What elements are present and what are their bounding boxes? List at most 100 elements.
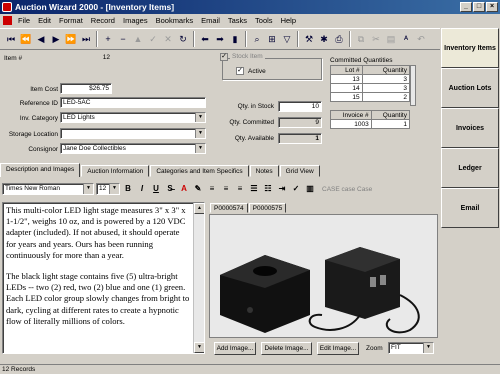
prev-record-icon[interactable]: ◀ (34, 31, 48, 47)
prev-page-icon[interactable]: ⏪ (19, 31, 33, 47)
active-checkbox[interactable]: ✓ (236, 67, 244, 75)
qty-committed-value: 9 (278, 117, 322, 128)
cut-icon[interactable]: ✂ (369, 31, 383, 47)
refresh-icon[interactable]: ↻ (176, 31, 190, 47)
sidebar-item-email[interactable]: Email (441, 188, 499, 228)
inv-category-select[interactable]: LED Lights (60, 112, 206, 123)
stock-item-checkbox[interactable]: ✓ (220, 53, 228, 61)
storage-location-select[interactable] (60, 128, 206, 139)
first-record-icon[interactable]: ⏮ (4, 31, 18, 47)
menu-images[interactable]: Images (119, 16, 152, 25)
align-right-icon[interactable]: ≡ (234, 183, 246, 195)
numbered-list-icon[interactable]: ☷ (262, 183, 274, 195)
maximize-button[interactable]: □ (473, 2, 485, 12)
forward-arrow-icon[interactable]: ➡ (213, 31, 227, 47)
tab-auction-information[interactable]: Auction Information (81, 165, 150, 177)
hammer-icon[interactable]: ⚒ (302, 31, 316, 47)
consignor-label: Consignor (28, 146, 58, 153)
qty-in-stock-field[interactable]: 10 (278, 101, 322, 112)
indent-icon[interactable]: ⇥ (276, 183, 288, 195)
sidebar-item-auction-lots[interactable]: Auction Lots (441, 68, 499, 108)
table-row[interactable]: 13 3 (330, 74, 411, 84)
bold-icon[interactable]: B (122, 183, 134, 195)
tools-icon[interactable]: ✱ (317, 31, 331, 47)
spell-check-icon[interactable]: ✓ (290, 183, 302, 195)
bookmark-icon[interactable]: ▮ (228, 31, 242, 47)
font-select[interactable]: Times New Roman (2, 183, 94, 195)
menu-format[interactable]: Format (55, 16, 87, 25)
paint-icon[interactable]: ▥ (304, 183, 316, 195)
next-page-icon[interactable]: ⏩ (64, 31, 78, 47)
spell-check-icon[interactable]: ᴬ (399, 31, 413, 47)
document-icon[interactable] (3, 16, 12, 25)
lot-qty-header: Quantity (361, 65, 411, 75)
menu-record[interactable]: Record (87, 16, 119, 25)
add-image-button[interactable]: Add Image... (214, 342, 256, 355)
menu-bookmarks[interactable]: Bookmarks (152, 16, 198, 25)
paste-icon[interactable]: ▤ (384, 31, 398, 47)
menu-edit[interactable]: Edit (34, 16, 55, 25)
lots-scrollbar[interactable] (410, 65, 416, 106)
edit-image-button[interactable]: Edit Image... (317, 342, 359, 355)
edit-record-icon[interactable]: ▲ (131, 31, 145, 47)
sidebar-item-inventory-items[interactable]: Inventory Items (441, 28, 499, 68)
search-icon[interactable]: ⌕ (250, 31, 264, 47)
app-icon (2, 2, 12, 12)
font-size-select[interactable]: 12 (96, 183, 120, 195)
consignor-select[interactable]: Jane Doe Collectibles (60, 143, 206, 154)
save-record-icon[interactable]: ✓ (146, 31, 160, 47)
menu-tools[interactable]: Tools (251, 16, 277, 25)
qty-available-value: 1 (278, 133, 322, 144)
table-row[interactable]: 15 2 (330, 92, 411, 102)
copy-icon[interactable]: ⧉ (354, 31, 368, 47)
minimize-button[interactable]: _ (460, 2, 472, 12)
last-record-icon[interactable]: ⏭ (79, 31, 93, 47)
delete-image-button[interactable]: Delete Image... (261, 342, 312, 355)
italic-icon[interactable]: I (136, 183, 148, 195)
highlight-icon[interactable]: ✎ (192, 183, 204, 195)
tab-description-and-images[interactable]: Description and Images (0, 163, 81, 177)
underline-icon[interactable]: U (150, 183, 162, 195)
sidebar-item-ledger[interactable]: Ledger (441, 148, 499, 188)
align-left-icon[interactable]: ≡ (206, 183, 218, 195)
image-tab-1[interactable]: P0000574 (210, 203, 248, 213)
table-row[interactable]: 1003 1 (330, 119, 411, 129)
qty-available-label: Qty. Available (234, 135, 274, 142)
add-record-icon[interactable]: + (101, 31, 115, 47)
scroll-down-icon[interactable]: ▼ (194, 342, 204, 353)
image-tab-2[interactable]: P0000575 (248, 203, 287, 213)
back-arrow-icon[interactable]: ⬅ (198, 31, 212, 47)
description-paragraph-2: The black light stage contains five (5) … (6, 271, 190, 326)
print-icon[interactable]: ⎙ (332, 31, 346, 47)
inv-category-label: Inv. Category (19, 115, 58, 122)
tab-categories[interactable]: Categories and Item Specifics (150, 165, 249, 177)
table-row[interactable]: 14 3 (330, 83, 411, 93)
item-cost-field[interactable]: $26.75 (60, 83, 112, 94)
font-color-icon[interactable]: A (178, 183, 190, 195)
menu-tasks[interactable]: Tasks (224, 16, 251, 25)
description-scrollbar[interactable]: ▲ ▼ (193, 203, 204, 353)
menu-help[interactable]: Help (277, 16, 300, 25)
sidebar-item-invoices[interactable]: Invoices (441, 108, 499, 148)
strikethrough-icon[interactable]: S̶ (164, 183, 176, 195)
tab-notes[interactable]: Notes (249, 165, 279, 177)
cancel-record-icon[interactable]: ✕ (161, 31, 175, 47)
align-center-icon[interactable]: ≡ (220, 183, 232, 195)
menu-email[interactable]: Email (197, 16, 224, 25)
case-toggle[interactable]: CASE case Case (322, 186, 372, 193)
menu-file[interactable]: File (14, 16, 34, 25)
undo-icon[interactable]: ↶ (414, 31, 428, 47)
qty-committed-label: Qty. Committed (229, 119, 274, 126)
lot-header: Lot # (330, 65, 363, 75)
zoom-select[interactable]: FIT (388, 342, 434, 354)
close-button[interactable]: × (486, 2, 498, 12)
filter-icon[interactable]: ▽ (280, 31, 294, 47)
delete-record-icon[interactable]: − (116, 31, 130, 47)
description-editor[interactable]: This multi-color LED light stage measure… (2, 202, 205, 354)
scroll-up-icon[interactable]: ▲ (194, 203, 204, 214)
tab-grid-view[interactable]: Grid View (279, 165, 320, 177)
next-record-icon[interactable]: ▶ (49, 31, 63, 47)
find-icon[interactable]: ⊞ (265, 31, 279, 47)
reference-id-field[interactable]: LED-5AC (60, 97, 206, 108)
bullet-list-icon[interactable]: ☰ (248, 183, 260, 195)
